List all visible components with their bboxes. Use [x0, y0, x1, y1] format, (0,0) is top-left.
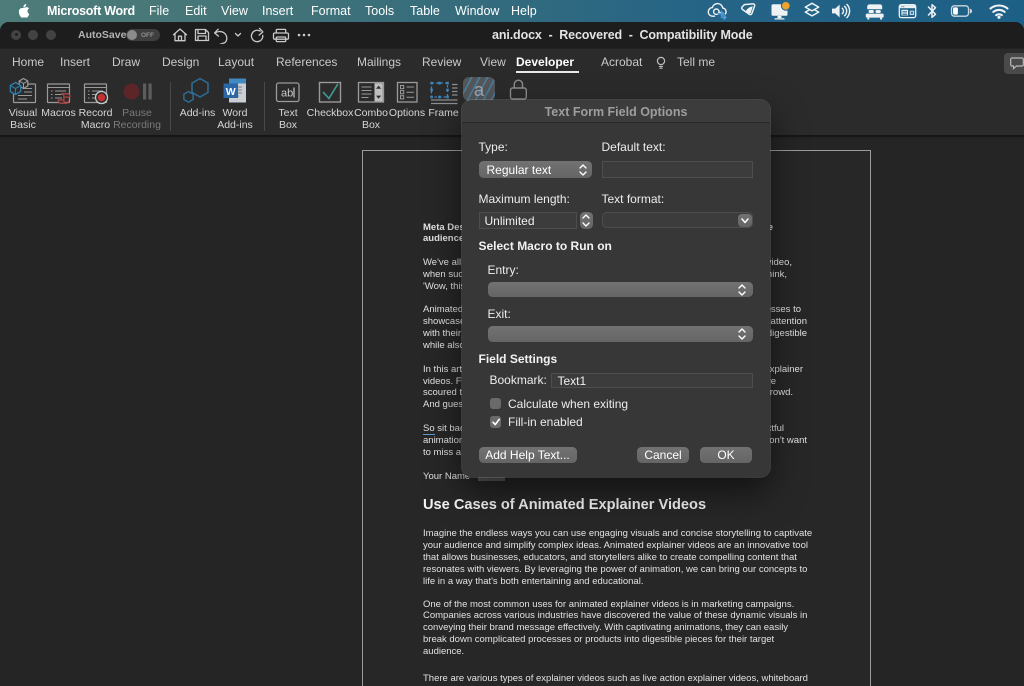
svg-text:W: W [226, 86, 236, 98]
svg-text:ab: ab [281, 88, 293, 100]
